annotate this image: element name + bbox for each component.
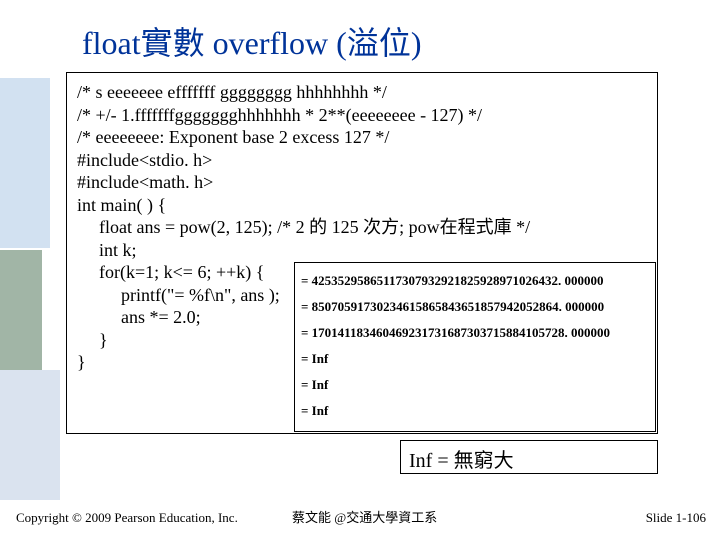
code-line: int main( ) {	[77, 194, 647, 217]
code-line: int k;	[77, 239, 647, 262]
code-line: /* +/- 1.fffffffggggggghhhhhhh * 2**(eee…	[77, 104, 647, 127]
code-line: #include<math. h>	[77, 171, 647, 194]
output-line: = Inf	[301, 345, 649, 371]
inf-note-text: Inf = 無窮大	[409, 450, 514, 472]
inf-note-box: Inf = 無窮大	[400, 440, 658, 474]
copyright-text: Copyright © 2009 Pearson Education, Inc.	[16, 510, 238, 526]
code-line: float ans = pow(2, 125); /* 2 的 125 次方; …	[77, 216, 647, 239]
output-line: = 42535295865117307932921825928971026432…	[301, 267, 649, 293]
author-credit: 蔡文能 @交通大學資工系	[292, 507, 437, 526]
code-line: #include<stdio. h>	[77, 149, 647, 172]
output-line: = 17014118346046923173168730371588410572…	[301, 319, 649, 345]
output-line: = Inf	[301, 397, 649, 423]
output-box: = 42535295865117307932921825928971026432…	[294, 262, 656, 432]
output-line: = Inf	[301, 371, 649, 397]
code-line: /* s eeeeeee efffffff gggggggg hhhhhhhh …	[77, 81, 647, 104]
code-line: /* eeeeeeee: Exponent base 2 excess 127 …	[77, 126, 647, 149]
slide-container: float實數 overflow (溢位) /* s eeeeeee effff…	[0, 0, 720, 540]
output-line: = 85070591730234615865843651857942052864…	[301, 293, 649, 319]
slide-title: float實數 overflow (溢位)	[82, 18, 421, 64]
footer: Copyright © 2009 Pearson Education, Inc.…	[0, 498, 720, 540]
slide-number: Slide 1-106	[646, 510, 706, 526]
